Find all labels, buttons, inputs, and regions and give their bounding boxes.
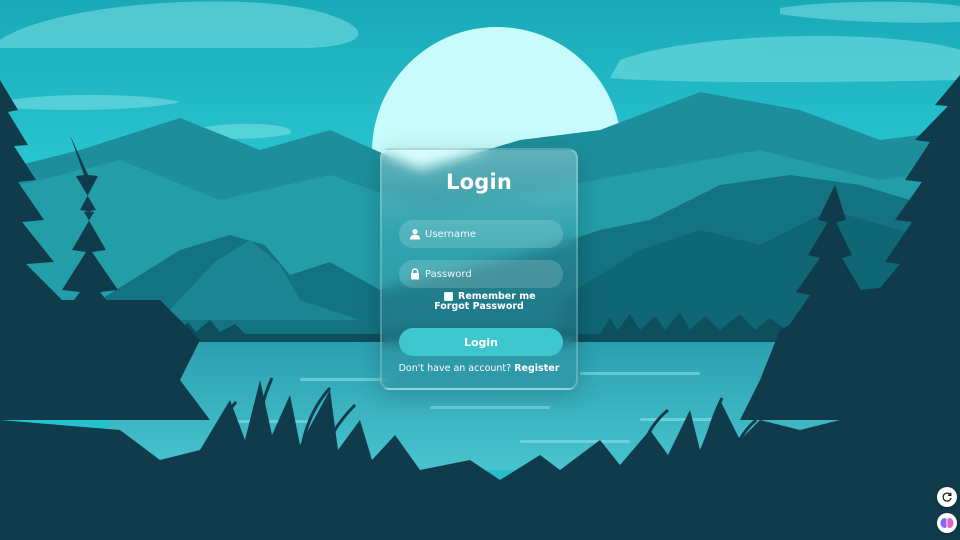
brain-icon[interactable]: [937, 513, 957, 533]
login-title: Login: [446, 170, 512, 194]
password-field: [399, 260, 563, 288]
username-input[interactable]: [425, 220, 563, 248]
user-icon: [409, 228, 421, 240]
remember-checkbox[interactable]: [444, 291, 453, 301]
lock-icon: [409, 268, 421, 280]
password-input[interactable]: [425, 260, 563, 288]
register-link[interactable]: Register: [514, 363, 559, 374]
login-card: Login Remember me Forgot Password Login …: [380, 148, 578, 390]
login-button[interactable]: Login: [399, 328, 563, 356]
forgot-password-link[interactable]: Forgot Password: [382, 301, 576, 312]
signup-prompt: Don't have an account? Register: [382, 363, 576, 374]
refresh-icon[interactable]: [937, 487, 957, 507]
signup-text: Don't have an account?: [398, 363, 512, 374]
remember-label: Remember me: [458, 290, 536, 302]
username-field: [399, 220, 563, 248]
